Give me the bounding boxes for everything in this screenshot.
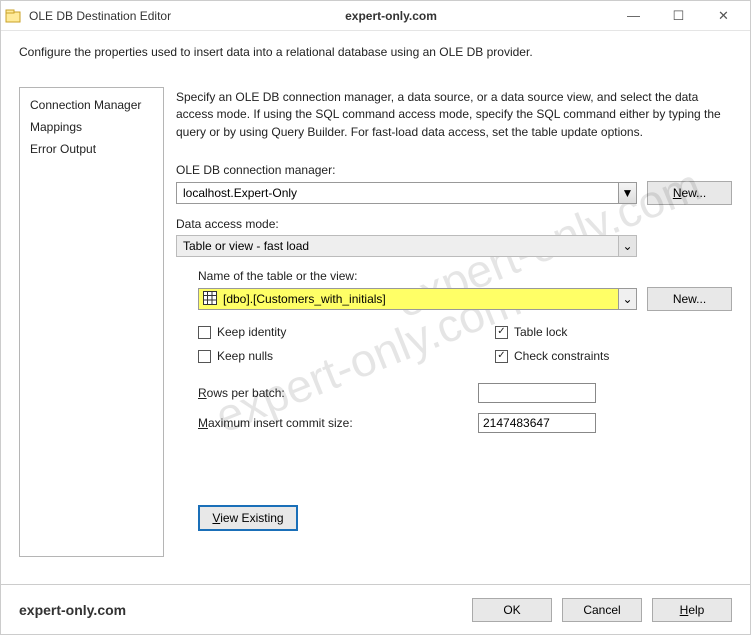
rows-per-batch-label-text: ows per batch: (207, 386, 285, 400)
chevron-down-icon[interactable]: ▼ (618, 183, 636, 203)
table-name-value: [dbo].[Customers_with_initials] (223, 292, 386, 306)
conn-manager-value: localhost.Expert-Only (183, 186, 297, 200)
content-panel: Specify an OLE DB connection manager, a … (176, 87, 732, 557)
app-icon (5, 8, 21, 24)
minimize-button[interactable]: — (611, 2, 656, 30)
window-title: OLE DB Destination Editor (29, 9, 171, 23)
conn-new-button-label: New... (673, 186, 706, 200)
table-name-label: Name of the table or the view: (198, 269, 732, 283)
window-controls: — ☐ ✕ (611, 2, 746, 30)
help-button[interactable]: Help (652, 598, 732, 622)
check-constraints-label: Check constraints (514, 349, 609, 363)
footer-brand: expert-only.com (19, 602, 462, 618)
conn-manager-combo[interactable]: localhost.Expert-Only ▼ (176, 182, 637, 204)
access-mode-label: Data access mode: (176, 217, 732, 231)
brand-center: expert-only.com (171, 9, 611, 23)
check-constraints-checkbox[interactable]: ✓ Check constraints (495, 349, 732, 363)
keep-identity-label: Keep identity (217, 325, 286, 339)
conn-new-button[interactable]: New... (647, 181, 732, 205)
view-existing-button[interactable]: View Existing (198, 505, 298, 531)
maximize-button[interactable]: ☐ (656, 2, 701, 30)
help-label: Help (680, 603, 705, 617)
rows-per-batch-label: Rows per batch: (198, 386, 478, 400)
max-commit-input[interactable] (478, 413, 596, 433)
table-lock-label: Table lock (514, 325, 567, 339)
max-commit-label-text: aximum insert commit size: (208, 416, 353, 430)
view-existing-label: View Existing (212, 511, 283, 525)
cancel-button[interactable]: Cancel (562, 598, 642, 622)
table-name-combo[interactable]: [dbo].[Customers_with_initials] ⌄ (198, 288, 637, 310)
table-icon (203, 291, 217, 308)
chevron-down-icon[interactable]: ⌄ (618, 236, 636, 256)
ok-label: OK (503, 603, 520, 617)
keep-identity-checkbox[interactable]: Keep identity (198, 325, 435, 339)
checkbox-checked-icon: ✓ (495, 326, 508, 339)
sidebar-item-mappings[interactable]: Mappings (30, 116, 153, 138)
header-description: Configure the properties used to insert … (1, 31, 750, 87)
sidebar-item-error-output[interactable]: Error Output (30, 138, 153, 160)
table-new-button[interactable]: New... (647, 287, 732, 311)
chevron-down-icon[interactable]: ⌄ (618, 289, 636, 309)
fast-load-options: Keep identity ✓ Table lock Keep nulls ✓ … (198, 325, 732, 363)
sidebar: Connection Manager Mappings Error Output (19, 87, 164, 557)
close-button[interactable]: ✕ (701, 2, 746, 30)
sidebar-item-connection-manager[interactable]: Connection Manager (30, 94, 153, 116)
checkbox-icon (198, 326, 211, 339)
checkbox-checked-icon: ✓ (495, 350, 508, 363)
conn-manager-label: OLE DB connection manager: (176, 163, 732, 177)
keep-nulls-label: Keep nulls (217, 349, 273, 363)
keep-nulls-checkbox[interactable]: Keep nulls (198, 349, 435, 363)
cancel-label: Cancel (583, 603, 620, 617)
titlebar: OLE DB Destination Editor expert-only.co… (1, 1, 750, 31)
access-mode-combo[interactable]: Table or view - fast load ⌄ (176, 235, 637, 257)
checkbox-icon (198, 350, 211, 363)
max-commit-label: Maximum insert commit size: (198, 416, 478, 430)
main-area: Connection Manager Mappings Error Output… (1, 87, 750, 557)
access-mode-value: Table or view - fast load (183, 239, 309, 253)
rows-per-batch-input[interactable] (478, 383, 596, 403)
dialog-footer: expert-only.com OK Cancel Help (1, 584, 750, 634)
table-lock-checkbox[interactable]: ✓ Table lock (495, 325, 732, 339)
ok-button[interactable]: OK (472, 598, 552, 622)
instructions-text: Specify an OLE DB connection manager, a … (176, 89, 732, 141)
table-new-button-label: New... (673, 292, 706, 306)
